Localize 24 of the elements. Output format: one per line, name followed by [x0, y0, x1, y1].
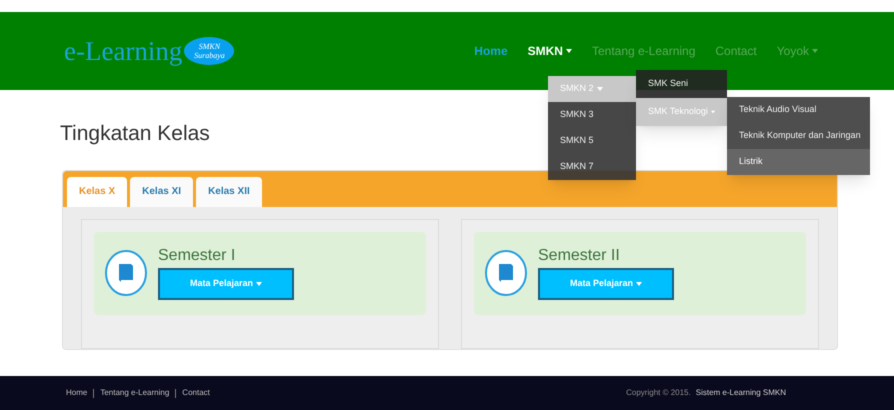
- semester-title: Semester I: [158, 246, 236, 266]
- menu-item[interactable]: SMKN 3: [548, 102, 636, 128]
- menu-item[interactable]: Teknik Audio Visual: [727, 97, 870, 123]
- book-icon: [484, 250, 528, 296]
- page-title: Tingkatan Kelas: [60, 121, 210, 147]
- menu-item[interactable]: Listrik: [727, 149, 870, 175]
- nav-link[interactable]: SMKN: [528, 42, 572, 60]
- caret-icon: [256, 282, 262, 286]
- tab[interactable]: Kelas XII: [196, 176, 262, 206]
- tab[interactable]: Kelas XI: [130, 176, 194, 206]
- menu-item[interactable]: SMK Seni: [636, 70, 727, 98]
- footer-link[interactable]: Home: [66, 387, 88, 399]
- tab[interactable]: Kelas X: [67, 176, 128, 206]
- copyright-text: Copyright © 2015.: [626, 387, 691, 399]
- menu-item[interactable]: SMKN 7: [548, 154, 636, 180]
- caret-icon: [636, 282, 642, 286]
- menu-item[interactable]: Teknik Komputer dan Jaringan: [727, 123, 870, 149]
- footer-link[interactable]: Tentang e-Learning: [100, 387, 170, 399]
- badge-logo: SMKN Surabaya: [184, 37, 234, 65]
- menu-item[interactable]: SMKN 5: [548, 128, 636, 154]
- book-icon: [104, 250, 148, 296]
- footer-link[interactable]: Contact: [182, 387, 210, 399]
- site-name: Sistem e-Learning SMKN: [696, 387, 786, 399]
- semester-title: Semester II: [538, 246, 621, 266]
